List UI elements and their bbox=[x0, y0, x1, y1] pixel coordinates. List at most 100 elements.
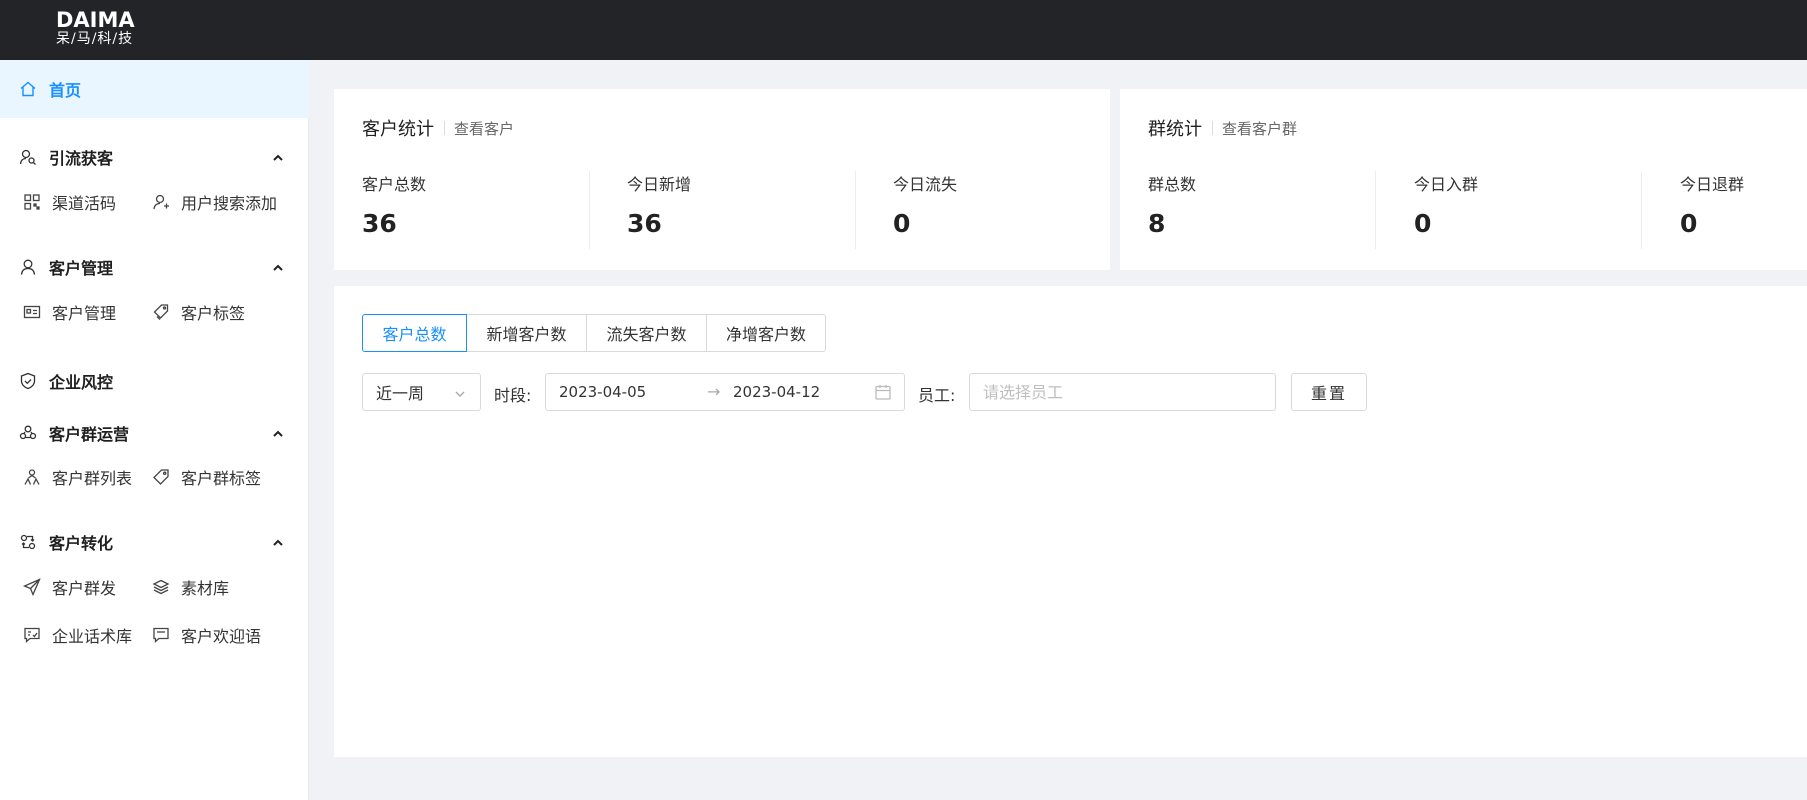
stat-new-today: 今日新增 36 bbox=[627, 171, 691, 251]
trend-panel bbox=[334, 286, 1807, 757]
stat-joined-today: 今日入群 0 bbox=[1414, 171, 1478, 251]
sidebar: 首页 引流获客 渠道活码 用户搜索添加 客户管理 客户管理 客户标签 企业风控 … bbox=[0, 60, 309, 800]
tab-new-customers[interactable]: 新增客户数 bbox=[466, 314, 587, 352]
divider bbox=[444, 121, 445, 135]
logo-text: DAIMA bbox=[56, 8, 135, 32]
staff-label: 员工: bbox=[918, 386, 956, 405]
stat-label: 群总数 bbox=[1148, 175, 1197, 194]
tab-lost-customers[interactable]: 流失客户数 bbox=[586, 314, 707, 352]
sidebar-item-label: 客户欢迎语 bbox=[181, 627, 262, 646]
start-date[interactable]: 2023-04-05 bbox=[559, 383, 646, 401]
sidebar-item-label: 客户群列表 bbox=[52, 469, 133, 488]
divider bbox=[1641, 171, 1642, 249]
stat-value: 0 bbox=[893, 209, 911, 238]
sidebar-group-label: 客户群运营 bbox=[49, 425, 130, 444]
divider bbox=[855, 171, 856, 249]
card-header: 群统计 查看客户群 bbox=[1148, 115, 1297, 141]
chevron-up-icon[interactable] bbox=[269, 425, 287, 443]
user-add-icon bbox=[152, 193, 170, 211]
sidebar-item-user-search-add[interactable]: 用户搜索添加 bbox=[152, 188, 277, 216]
sidebar-item-mass-send[interactable]: 客户群发 bbox=[23, 573, 116, 601]
sidebar-group-conversion[interactable]: 客户转化 bbox=[0, 526, 309, 558]
user-search-icon bbox=[19, 148, 37, 166]
date-range-picker[interactable]: 2023-04-05 → 2023-04-12 bbox=[545, 373, 905, 411]
stat-total-groups: 群总数 8 bbox=[1148, 171, 1196, 251]
sidebar-group-label: 客户转化 bbox=[49, 534, 114, 553]
sidebar-group-label: 企业风控 bbox=[49, 373, 114, 392]
sidebar-item-channel-code[interactable]: 渠道活码 bbox=[23, 188, 116, 216]
qrcode-icon bbox=[23, 193, 41, 211]
message-icon bbox=[23, 626, 41, 644]
stat-label: 今日新增 bbox=[627, 175, 692, 194]
sidebar-item-script-library[interactable]: 企业话术库 bbox=[23, 621, 132, 649]
sidebar-item-group-tags[interactable]: 客户群标签 bbox=[152, 463, 261, 491]
people-icon bbox=[23, 468, 41, 486]
tab-total-customers[interactable]: 客户总数 bbox=[362, 314, 467, 352]
stat-value: 0 bbox=[1414, 209, 1432, 238]
staff-input[interactable] bbox=[969, 373, 1276, 411]
tab-net-customers[interactable]: 净增客户数 bbox=[706, 314, 826, 352]
layers-icon bbox=[152, 578, 170, 596]
sidebar-item-label: 客户管理 bbox=[52, 304, 117, 323]
stat-value: 0 bbox=[1680, 209, 1698, 238]
welcome-icon bbox=[152, 626, 170, 644]
divider bbox=[1375, 171, 1376, 249]
sidebar-item-label: 渠道活码 bbox=[52, 194, 117, 213]
view-customers-link[interactable]: 查看客户 bbox=[454, 118, 514, 139]
stat-label: 今日入群 bbox=[1414, 175, 1479, 194]
logo[interactable]: DAIMA 呆/马/科/技 bbox=[56, 8, 135, 48]
end-date[interactable]: 2023-04-12 bbox=[733, 383, 820, 401]
user-icon bbox=[19, 258, 37, 276]
sidebar-item-label: 客户群标签 bbox=[181, 469, 262, 488]
home-icon bbox=[19, 80, 37, 98]
chevron-up-icon[interactable] bbox=[269, 149, 287, 167]
stat-label: 今日退群 bbox=[1680, 175, 1745, 194]
sidebar-group-label: 引流获客 bbox=[49, 149, 114, 168]
customer-stats-card: 客户统计 查看客户 客户总数 36 今日新增 36 今日流失 0 bbox=[334, 89, 1110, 270]
top-bar: DAIMA 呆/马/科/技 bbox=[0, 0, 1807, 60]
shield-icon bbox=[19, 372, 37, 390]
card-title: 客户统计 bbox=[362, 119, 434, 140]
sidebar-item-home[interactable]: 首页 bbox=[0, 60, 309, 118]
view-groups-link[interactable]: 查看客户群 bbox=[1222, 118, 1297, 139]
stat-label: 今日流失 bbox=[893, 175, 958, 194]
id-card-icon bbox=[23, 303, 41, 321]
divider bbox=[1212, 121, 1213, 135]
sidebar-item-welcome-message[interactable]: 客户欢迎语 bbox=[152, 621, 261, 649]
arrow-right-icon: → bbox=[707, 382, 721, 401]
sidebar-item-customer-management[interactable]: 客户管理 bbox=[23, 298, 116, 326]
tag-icon bbox=[152, 468, 170, 486]
period-label: 时段: bbox=[494, 386, 532, 405]
sidebar-group-traffic[interactable]: 引流获客 bbox=[0, 141, 309, 173]
sidebar-group-group-ops[interactable]: 客户群运营 bbox=[0, 417, 309, 449]
sidebar-item-group-list[interactable]: 客户群列表 bbox=[23, 463, 132, 491]
sidebar-item-label: 客户群发 bbox=[52, 579, 117, 598]
sidebar-item-material-library[interactable]: 素材库 bbox=[152, 573, 229, 601]
sidebar-item-label: 企业话术库 bbox=[52, 627, 133, 646]
group-icon bbox=[19, 424, 37, 442]
chevron-down-icon bbox=[451, 385, 469, 403]
sidebar-group-label: 客户管理 bbox=[49, 259, 114, 278]
sidebar-item-customer-tags[interactable]: 客户标签 bbox=[152, 298, 245, 326]
stat-lost-today: 今日流失 0 bbox=[893, 171, 957, 251]
calendar-icon[interactable] bbox=[874, 383, 892, 401]
period-select-value: 近一周 bbox=[376, 384, 425, 403]
metric-tabs: 客户总数 新增客户数 流失客户数 净增客户数 bbox=[362, 314, 826, 352]
stat-total-customers: 客户总数 36 bbox=[362, 171, 426, 251]
sidebar-group-customers[interactable]: 客户管理 bbox=[0, 251, 309, 283]
card-header: 客户统计 查看客户 bbox=[362, 115, 514, 141]
period-select[interactable]: 近一周 bbox=[362, 373, 481, 411]
chevron-up-icon[interactable] bbox=[269, 534, 287, 552]
divider bbox=[589, 171, 590, 249]
stat-value: 8 bbox=[1148, 209, 1166, 238]
conversion-icon bbox=[19, 533, 37, 551]
reset-button[interactable]: 重置 bbox=[1291, 373, 1367, 411]
stat-left-today: 今日退群 0 bbox=[1680, 171, 1744, 251]
stat-label: 客户总数 bbox=[362, 175, 427, 194]
logo-subtitle: 呆/马/科/技 bbox=[56, 31, 134, 47]
sidebar-item-risk-control[interactable]: 企业风控 bbox=[0, 365, 309, 397]
sidebar-item-label: 客户标签 bbox=[181, 304, 246, 323]
sidebar-item-label: 首页 bbox=[49, 81, 82, 100]
chevron-up-icon[interactable] bbox=[269, 259, 287, 277]
tags-icon bbox=[152, 303, 170, 321]
